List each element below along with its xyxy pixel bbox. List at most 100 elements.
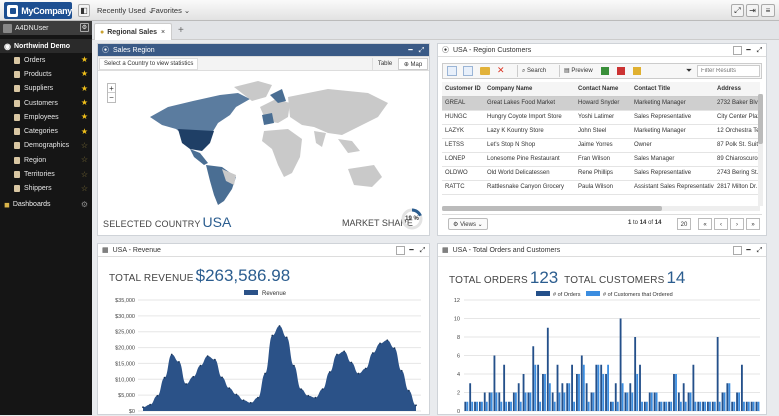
select-checkbox[interactable] — [733, 246, 742, 255]
sidebar-item-suppliers[interactable]: Suppliers ★ — [0, 82, 92, 96]
favorite-star-icon[interactable]: ★ — [81, 113, 88, 121]
favorite-star-icon[interactable]: ☆ — [81, 170, 88, 179]
column-header[interactable]: Contact Title — [631, 82, 714, 97]
add-tab-button[interactable]: + — [178, 25, 184, 36]
zoom-in-button[interactable]: + — [108, 84, 115, 93]
customers-bar — [505, 401, 508, 411]
page-size-select[interactable]: 20 — [677, 218, 691, 230]
sidebar-item-products[interactable]: Products ★ — [0, 67, 92, 81]
customers-bar — [563, 392, 566, 411]
orders-bar — [469, 383, 472, 411]
sidebar-item-territories[interactable]: Territories ☆ — [0, 167, 92, 181]
grid-scrollbar[interactable] — [758, 94, 763, 206]
sidebar-item-shippers[interactable]: Shippers ☆ — [0, 182, 92, 196]
export-folder-icon[interactable] — [633, 67, 641, 75]
sidebar-item-orders[interactable]: Orders ★ — [0, 53, 92, 67]
column-header[interactable]: Address — [714, 82, 760, 97]
sidebar-item-dashboards[interactable]: ◼ Dashboards ⚙ — [0, 198, 92, 212]
preview-button[interactable]: ▤ Preview — [559, 65, 597, 77]
expand-icon[interactable]: ⤢ — [417, 46, 426, 55]
table-row[interactable]: GREAL Great Lakes Food Market Howard Snyde… — [442, 96, 760, 111]
select-checkbox[interactable] — [396, 246, 405, 255]
filter-icon[interactable]: ⏷ — [683, 65, 695, 77]
table-cell: HUNGC — [442, 110, 484, 125]
menu-icon[interactable]: ≡ — [761, 4, 775, 17]
sidebar-group-northwind[interactable]: ◉ Northwind Demo — [0, 39, 92, 53]
table-row[interactable]: RATTC Rattlesnake Canyon Grocery Paula Wil… — [442, 180, 760, 195]
next-page-button[interactable]: › — [730, 218, 744, 230]
dashboards-settings-icon[interactable]: ⚙ — [81, 200, 88, 209]
table-row[interactable]: LAZYK Lazy K Kountry Store John Steel Marke… — [442, 124, 760, 139]
filter-results-input[interactable] — [697, 65, 760, 77]
orders-bar — [648, 392, 651, 411]
expand-icon[interactable]: ⤢ — [418, 246, 427, 255]
table-row[interactable]: OLDWO Old World Delicatessen Rene Phillips… — [442, 166, 760, 181]
group-label: Northwind Demo — [13, 42, 70, 50]
favorite-star-icon[interactable]: ☆ — [81, 156, 88, 164]
sidebar-item-label: Territories — [24, 171, 55, 179]
delete-icon[interactable]: ✕ — [497, 65, 505, 76]
favorites-menu[interactable]: Favorites ⌄ — [151, 6, 190, 15]
minimize-icon[interactable]: ━ — [406, 46, 415, 55]
sidebar-item-demographics[interactable]: Demographics ☆ — [0, 139, 92, 153]
favorite-star-icon[interactable]: ★ — [81, 56, 88, 64]
totals: TOTAL ORDERS 123 TOTAL CUSTOMERS 14 — [449, 268, 685, 288]
expand-icon[interactable]: ⤢ — [755, 246, 764, 255]
zoom-out-button[interactable]: − — [108, 93, 115, 102]
user-row[interactable]: A4DNUser ⚙ — [0, 21, 92, 35]
table-cell: Hungry Coyote Import Store — [484, 110, 575, 125]
fullscreen-icon[interactable]: ⤢ — [731, 4, 744, 17]
favorite-star-icon[interactable]: ★ — [81, 127, 88, 136]
tab-regional-sales[interactable]: ● Regional Sales × — [94, 23, 172, 40]
favorite-star-icon[interactable]: ☆ — [81, 141, 88, 150]
grid-horizontal-scrollbar[interactable] — [442, 206, 760, 211]
new-record-icon[interactable] — [447, 66, 457, 76]
table-row[interactable]: LETSS Let's Stop N Shop Jaime Yorres Owner 8… — [442, 138, 760, 153]
select-checkbox[interactable] — [733, 46, 742, 55]
orders-bar — [692, 364, 695, 411]
sidebar-item-region[interactable]: Region ☆ — [0, 153, 92, 167]
minimize-icon[interactable]: ━ — [407, 246, 416, 255]
revenue-point — [142, 406, 144, 409]
table-row[interactable]: LONEP Lonesome Pine Restaurant Fran Wilson… — [442, 152, 760, 167]
collapse-sidebar-button[interactable]: ◧ — [78, 4, 90, 17]
sidebar-item-employees[interactable]: Employees ★ — [0, 110, 92, 124]
favorite-star-icon[interactable]: ★ — [81, 84, 88, 93]
region-customers-panel: ⦿ USA - Region Customers ━ ⤢ ✕ ⌕ Search ▤… — [437, 43, 767, 236]
map-view-button[interactable]: ⊕ Map — [398, 58, 428, 70]
revenue-point — [149, 403, 152, 406]
export-pdf-icon[interactable] — [617, 67, 625, 75]
minimize-icon[interactable]: ━ — [744, 46, 753, 55]
column-header[interactable]: Company Name — [484, 82, 575, 97]
recently-used-menu[interactable]: Recently Used ⌄ — [97, 6, 154, 15]
table-view-button[interactable]: Table — [372, 58, 397, 70]
legend-swatch-customers — [586, 291, 600, 296]
prev-page-button[interactable]: ‹ — [714, 218, 728, 230]
expand-icon[interactable]: ⤢ — [755, 46, 764, 55]
copy-icon[interactable] — [463, 66, 473, 76]
export-excel-icon[interactable] — [601, 67, 609, 75]
total-revenue-value: $263,586.98 — [195, 266, 291, 285]
column-header[interactable]: Customer ID — [442, 82, 484, 97]
views-button[interactable]: ⚙ Views ⌄ — [448, 218, 488, 230]
tab-close-icon[interactable]: × — [161, 29, 165, 36]
logout-icon[interactable]: ⇥ — [746, 4, 759, 17]
minimize-icon[interactable]: ━ — [744, 246, 753, 255]
open-folder-icon[interactable] — [480, 67, 490, 75]
last-page-button[interactable]: » — [746, 218, 760, 230]
column-header[interactable]: Contact Name — [575, 82, 631, 97]
revenue-point — [221, 376, 223, 379]
company-logo[interactable]: MyCompany — [4, 2, 72, 19]
sidebar-item-customers[interactable]: Customers ★ — [0, 96, 92, 110]
sidebar-item-categories[interactable]: Categories ★ — [0, 124, 92, 138]
favorite-star-icon[interactable]: ★ — [81, 70, 88, 78]
customers-bar — [466, 401, 469, 411]
world-map[interactable] — [138, 77, 398, 207]
table-row[interactable]: HUNGC Hungry Coyote Import Store Yoshi Lat… — [442, 110, 760, 125]
search-button[interactable]: ⌕ Search — [517, 65, 550, 77]
first-page-button[interactable]: « — [698, 218, 712, 230]
favorite-star-icon[interactable]: ★ — [81, 99, 88, 107]
user-settings-icon[interactable]: ⚙ — [80, 23, 89, 32]
logo-text: MyCompany — [21, 5, 72, 16]
favorite-star-icon[interactable]: ☆ — [81, 184, 88, 193]
